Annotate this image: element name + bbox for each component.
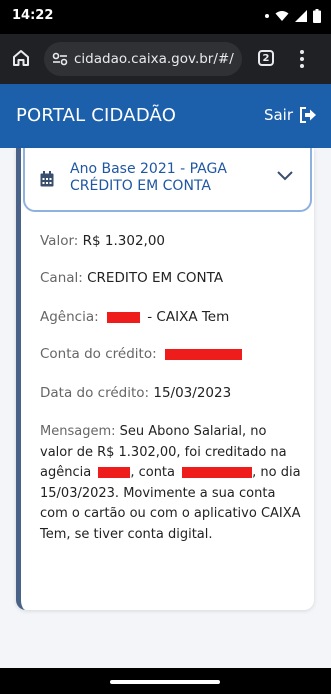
valor-label: Valor: (40, 233, 79, 249)
portal-header: PORTAL CIDADÃO Sair (0, 84, 331, 148)
status-time: 14:22 (12, 8, 54, 23)
valor-row: Valor: R$ 1.302,00 (40, 232, 165, 250)
canal-value: CREDITO EM CONTA (87, 270, 224, 286)
signal-icon (295, 10, 307, 22)
canal-row: Canal: CREDITO EM CONTA (40, 269, 223, 287)
browser-toolbar: cidadao.caixa.gov.br/#/a 2 (0, 34, 331, 84)
mensagem-text-2: , conta (130, 465, 175, 480)
mensagem-label: Mensagem: (40, 424, 116, 439)
home-gesture-handle[interactable] (110, 680, 220, 684)
status-icons (265, 9, 321, 23)
logout-button[interactable]: Sair (264, 106, 317, 124)
data-row: Data do crédito: 15/03/2023 (40, 384, 231, 402)
data-value: 15/03/2023 (153, 385, 232, 401)
notification-dot-icon (265, 14, 269, 18)
data-label: Data do crédito: (40, 385, 150, 401)
tab-switcher-icon[interactable]: 2 (258, 50, 274, 66)
redacted-agencia-msg (98, 467, 131, 478)
page-title: PORTAL CIDADÃO (16, 105, 177, 126)
calendar-icon (40, 171, 54, 187)
chevron-down-icon[interactable] (277, 171, 293, 181)
battery-icon (313, 9, 321, 23)
address-bar[interactable]: cidadao.caixa.gov.br/#/a (44, 42, 242, 76)
redacted-agencia (106, 311, 140, 323)
url-text[interactable]: cidadao.caixa.gov.br/#/a (74, 51, 234, 67)
logout-label: Sair (263, 106, 293, 124)
agencia-suffix: - CAIXA Tem (147, 309, 230, 325)
valor-value: R$ 1.302,00 (82, 233, 166, 249)
mensagem-row: Mensagem: Seu Abono Salarial, no valor d… (40, 422, 302, 545)
conta-row: Conta do crédito: (40, 345, 242, 363)
redacted-conta (164, 348, 242, 360)
conta-label: Conta do crédito: (40, 346, 157, 362)
logout-icon (300, 107, 316, 123)
canal-label: Canal: (40, 270, 83, 286)
agencia-row: Agência: - CAIXA Tem (40, 308, 229, 326)
site-settings-icon[interactable] (52, 52, 68, 66)
menu-kebab-icon[interactable] (300, 50, 304, 68)
accordion-header[interactable]: Ano Base 2021 - PAGA CRÉDITO EM CONTA (23, 148, 312, 212)
accordion-title: Ano Base 2021 - PAGA CRÉDITO EM CONTA (70, 161, 227, 194)
agencia-label: Agência: (40, 309, 99, 325)
system-nav-bar (0, 668, 331, 694)
payment-detail-card: Ano Base 2021 - PAGA CRÉDITO EM CONTA Va… (16, 148, 314, 610)
home-icon[interactable] (11, 48, 31, 68)
redacted-conta-msg (182, 467, 253, 478)
tab-count: 2 (262, 52, 270, 64)
wifi-icon (275, 11, 289, 21)
status-bar: 14:22 (0, 0, 331, 34)
